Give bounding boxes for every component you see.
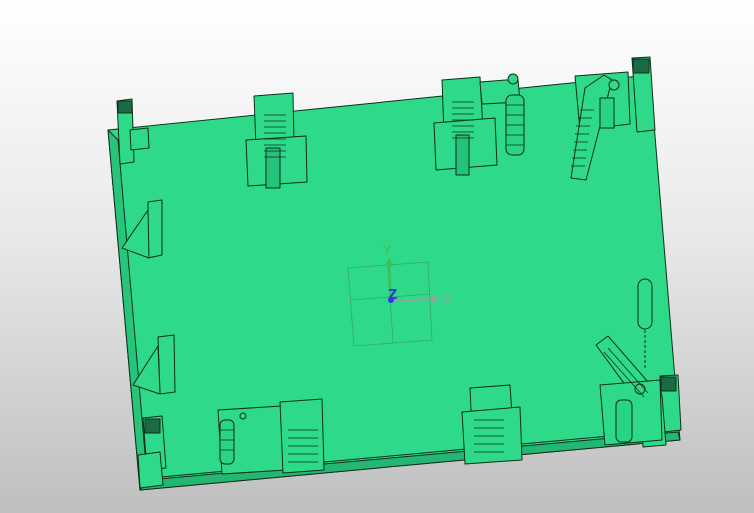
bottom-clamp-1[interactable]	[217, 398, 325, 475]
y-axis-label: Y	[383, 244, 391, 259]
z-axis-label: Z	[388, 288, 398, 303]
top-clamp-1[interactable]	[245, 92, 308, 189]
cad-model[interactable]	[0, 0, 754, 513]
3d-viewport[interactable]: X Y Z	[0, 0, 754, 513]
x-axis-label: X	[443, 293, 452, 308]
